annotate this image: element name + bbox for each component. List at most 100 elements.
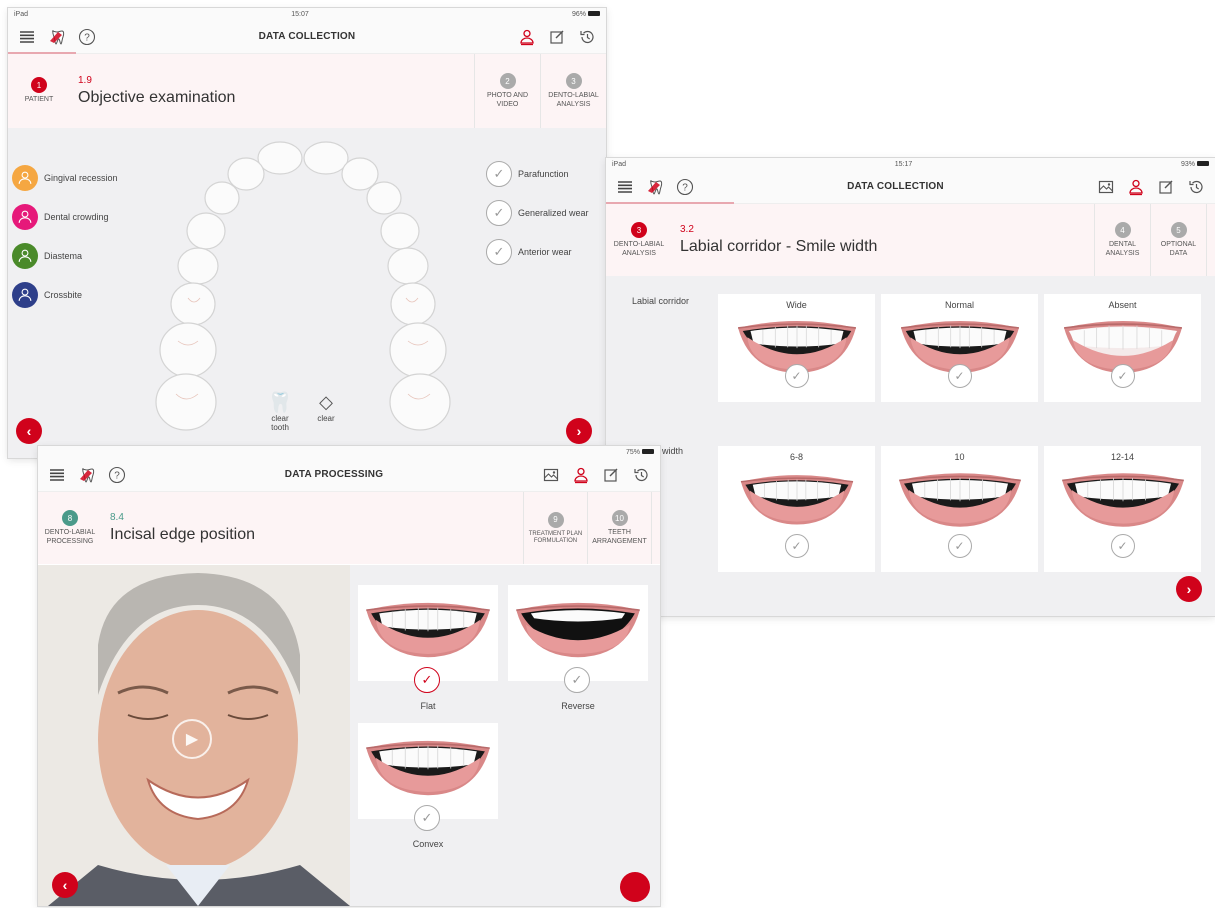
page-title-block: 8.4 Incisal edge position bbox=[102, 492, 523, 564]
next-step-10[interactable]: 10 TEETH ARRANGEMENT bbox=[587, 492, 651, 564]
check-icon[interactable]: ✓ bbox=[486, 160, 512, 187]
play-icon[interactable]: ▶ bbox=[172, 719, 212, 759]
condition-dental-crowding[interactable]: Dental crowding bbox=[12, 197, 118, 236]
top-toolbar: DATA PROCESSING bbox=[38, 458, 660, 492]
habit-anterior-wear[interactable]: ✓ Anterior wear bbox=[486, 232, 589, 271]
next-step-more[interactable] bbox=[651, 492, 660, 564]
edit-icon[interactable] bbox=[548, 28, 566, 46]
history-icon[interactable] bbox=[632, 466, 650, 484]
exam-area: Gingival recession Dental crowding Diast… bbox=[8, 128, 606, 458]
check-icon[interactable]: ✓ bbox=[564, 667, 590, 693]
next-step-9[interactable]: 9 TREATMENT PLAN FORMULATION bbox=[523, 492, 587, 564]
top-toolbar: DATA COLLECTION bbox=[606, 170, 1215, 204]
next-button[interactable]: › bbox=[566, 418, 592, 444]
smile-image bbox=[1050, 466, 1196, 530]
check-icon[interactable]: ✓ bbox=[947, 534, 972, 558]
option-reverse-label: Reverse bbox=[561, 701, 595, 711]
clear-tooth-tool[interactable]: 🦷 clear tooth bbox=[264, 390, 296, 433]
next-step-3[interactable]: 3 DENTO-LABIAL ANALYSIS bbox=[540, 54, 606, 128]
patient-icon[interactable] bbox=[572, 466, 590, 484]
row-label-labial-corridor: Labial corridor bbox=[632, 296, 690, 306]
photo-icon[interactable] bbox=[1097, 178, 1115, 196]
check-icon[interactable]: ✓ bbox=[784, 364, 809, 388]
check-icon[interactable]: ✓ bbox=[486, 199, 512, 226]
check-icon[interactable]: ✓ bbox=[1110, 534, 1135, 558]
option-normal[interactable]: Normal ✓ bbox=[881, 294, 1038, 402]
option-6-8[interactable]: 6-8 ✓ bbox=[718, 446, 875, 572]
options-area: Labial corridor Wide ✓ Normal ✓ Absent ✓… bbox=[606, 276, 1215, 616]
current-step[interactable]: 1 PATIENT bbox=[8, 54, 70, 128]
next-button[interactable]: › bbox=[1176, 576, 1202, 602]
person-icon bbox=[12, 281, 38, 308]
battery-indicator: 93% bbox=[1181, 161, 1209, 168]
toolbar-active-indicator bbox=[8, 52, 76, 54]
patient-icon[interactable] bbox=[1127, 178, 1145, 196]
screen-incisal-edge: 75% DATA PROCESSING 8 DENTO-LABIAL PROCE… bbox=[38, 446, 660, 906]
toolbar-title: DATA PROCESSING bbox=[284, 469, 384, 480]
option-10[interactable]: 10 ✓ bbox=[881, 446, 1038, 572]
menu-icon[interactable] bbox=[48, 466, 66, 484]
condition-gingival-recession[interactable]: Gingival recession bbox=[12, 158, 118, 197]
menu-icon[interactable] bbox=[616, 178, 634, 196]
option-flat-label: Flat bbox=[420, 701, 436, 711]
status-bar: iPad 15:17 93% bbox=[606, 158, 1215, 170]
history-icon[interactable] bbox=[578, 28, 596, 46]
labial-corridor-options: Wide ✓ Normal ✓ Absent ✓ bbox=[718, 294, 1201, 402]
option-wide[interactable]: Wide ✓ bbox=[718, 294, 875, 402]
status-bar: iPad 15:07 96% bbox=[8, 8, 606, 20]
step-header: 1 PATIENT 1.9 Objective examination 2 PH… bbox=[8, 54, 606, 128]
smile-image bbox=[895, 466, 1025, 530]
battery-indicator: 75% bbox=[626, 449, 654, 456]
check-icon[interactable]: ✓ bbox=[1110, 364, 1135, 388]
check-icon[interactable]: ✓ bbox=[486, 238, 512, 265]
edit-icon[interactable] bbox=[602, 466, 620, 484]
device-label: iPad bbox=[612, 160, 627, 168]
person-icon bbox=[12, 242, 38, 269]
back-button[interactable]: ‹ bbox=[16, 418, 42, 444]
patient-icon[interactable] bbox=[518, 28, 536, 46]
page-title-block: 1.9 Objective examination bbox=[70, 54, 474, 128]
current-step[interactable]: 3 DENTO-LABIAL ANALYSIS bbox=[606, 204, 672, 276]
option-convex-label: Convex bbox=[412, 839, 444, 849]
person-icon bbox=[12, 164, 38, 191]
menu-icon[interactable] bbox=[18, 28, 36, 46]
arch-tools: 🦷 clear tooth ◇ clear bbox=[264, 390, 342, 433]
patient-video[interactable]: ▶ bbox=[38, 565, 350, 906]
photo-icon[interactable] bbox=[542, 466, 560, 484]
next-step-4[interactable]: 4 DENTAL ANALYSIS bbox=[1094, 204, 1150, 276]
screen-labial-corridor: iPad 15:17 93% DATA COLLECTION 3 DENTO-L… bbox=[606, 158, 1215, 616]
help-icon[interactable] bbox=[676, 178, 694, 196]
check-icon[interactable]: ✓ bbox=[414, 805, 440, 831]
check-icon[interactable]: ✓ bbox=[784, 534, 809, 558]
clock: 15:17 bbox=[894, 160, 913, 168]
back-button[interactable]: ‹ bbox=[52, 872, 78, 898]
next-step-2[interactable]: 2 PHOTO AND VIDEO bbox=[474, 54, 540, 128]
current-step[interactable]: 8 DENTO-LABIAL PROCESSING bbox=[38, 492, 102, 564]
tooth-tool-icon[interactable] bbox=[48, 28, 66, 46]
page-title: Incisal edge position bbox=[110, 526, 255, 543]
step-header: 8 DENTO-LABIAL PROCESSING 8.4 Incisal ed… bbox=[38, 492, 660, 564]
history-icon[interactable] bbox=[1187, 178, 1205, 196]
check-icon[interactable]: ✓ bbox=[947, 364, 972, 388]
check-icon-selected[interactable]: ✓ bbox=[414, 667, 440, 693]
habit-generalized-wear[interactable]: ✓ Generalized wear bbox=[486, 193, 589, 232]
toolbar-title: DATA COLLECTION bbox=[258, 31, 356, 42]
tooth-tool-icon[interactable] bbox=[646, 178, 664, 196]
option-absent[interactable]: Absent ✓ bbox=[1044, 294, 1201, 402]
help-icon[interactable] bbox=[78, 28, 96, 46]
edit-icon[interactable] bbox=[1157, 178, 1175, 196]
toolbar-title: DATA COLLECTION bbox=[847, 181, 944, 192]
eraser-icon: ◇ bbox=[319, 391, 333, 412]
condition-diastema[interactable]: Diastema bbox=[12, 236, 118, 275]
option-12-14[interactable]: 12-14 ✓ bbox=[1044, 446, 1201, 572]
condition-crossbite[interactable]: Crossbite bbox=[12, 275, 118, 314]
smile-image bbox=[363, 593, 493, 663]
tooth-tool-icon[interactable] bbox=[78, 466, 96, 484]
clear-tool[interactable]: ◇ clear bbox=[310, 390, 342, 432]
next-button[interactable] bbox=[620, 872, 650, 902]
habit-parafunction[interactable]: ✓ Parafunction bbox=[486, 154, 589, 193]
page-title: Labial corridor - Smile width bbox=[680, 238, 878, 255]
next-step-more[interactable] bbox=[1206, 204, 1215, 276]
next-step-5[interactable]: 5 OPTIONAL DATA bbox=[1150, 204, 1206, 276]
help-icon[interactable] bbox=[108, 466, 126, 484]
